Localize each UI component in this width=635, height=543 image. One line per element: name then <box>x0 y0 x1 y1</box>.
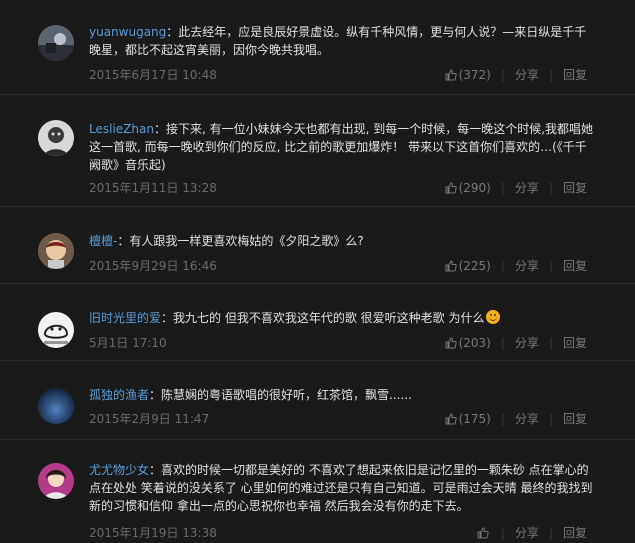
smile-emoji-icon <box>486 310 501 324</box>
comment-meta: 5月1日 17:10 (203) | 分享 | 回复 <box>89 334 587 352</box>
thumbs-up-icon <box>477 527 489 539</box>
comment-actions: | 分享 | 回复 <box>477 524 587 542</box>
like-button[interactable]: (175) <box>445 410 491 428</box>
colon-separator: ： <box>149 388 162 402</box>
share-button[interactable]: 分享 <box>515 179 539 197</box>
avatar[interactable] <box>38 312 74 348</box>
avatar[interactable] <box>38 233 74 269</box>
share-button[interactable]: 分享 <box>515 66 539 84</box>
comment-meta: 2015年9月29日 16:46 (225) | 分享 | 回复 <box>89 257 587 275</box>
reply-button[interactable]: 回复 <box>563 66 587 84</box>
comment-content: LeslieZhan：接下来, 有一位小妹妹今天也都有出现, 到每一个时候，每一… <box>89 120 595 174</box>
comment-content: yuanwugang：此去经年，应是良辰好景虚设。纵有千种风情，更与何人说？—来… <box>89 23 595 59</box>
comment-item: 孤独的渔者：陈慧娴的粤语歌唱的很好听，红茶馆，飘雪...... 2015年2月9… <box>0 361 635 440</box>
comment-time: 2015年1月19日 13:38 <box>89 526 217 540</box>
share-button[interactable]: 分享 <box>515 257 539 275</box>
comment-username[interactable]: 孤独的渔者 <box>89 388 149 402</box>
avatar[interactable] <box>38 463 74 499</box>
comment-item: 旧时光里的爱：我九七的 但我不喜欢我这年代的歌 很爱听这种老歌 为什么 5月1日… <box>0 284 635 361</box>
action-divider: | <box>500 68 505 82</box>
action-divider: | <box>548 412 553 426</box>
action-divider: | <box>500 412 505 426</box>
colon-separator: ： <box>161 311 174 325</box>
comment-item: 尤尤物少女：喜欢的时候一切都是美好的 不喜欢了想起来依旧是记忆里的一颗朱砂 点在… <box>0 440 635 543</box>
like-count: (203) <box>458 336 491 350</box>
like-button[interactable] <box>477 527 491 539</box>
colon-separator: ： <box>117 234 130 248</box>
comment-username[interactable]: 檀檀- <box>89 234 117 248</box>
comment-actions: (175) | 分享 | 回复 <box>445 410 587 428</box>
colon-separator: ： <box>153 122 166 136</box>
comment-text: 陈慧娴的粤语歌唱的很好听，红茶馆，飘雪...... <box>161 388 412 402</box>
thumbs-up-icon <box>445 413 457 425</box>
action-divider: | <box>500 259 505 273</box>
action-divider: | <box>500 181 505 195</box>
action-divider: | <box>500 526 505 540</box>
reply-button[interactable]: 回复 <box>563 257 587 275</box>
comment-meta: 2015年2月9日 11:47 (175) | 分享 | 回复 <box>89 410 587 428</box>
comment-actions: (372) | 分享 | 回复 <box>445 66 587 84</box>
like-button[interactable]: (203) <box>445 334 491 352</box>
comment-username[interactable]: LeslieZhan <box>89 122 154 136</box>
reply-button[interactable]: 回复 <box>563 334 587 352</box>
like-button[interactable]: (225) <box>445 257 491 275</box>
action-divider: | <box>548 336 553 350</box>
avatar[interactable] <box>38 120 74 156</box>
thumbs-up-icon <box>445 182 457 194</box>
comment-item: LeslieZhan：接下来, 有一位小妹妹今天也都有出现, 到每一个时候，每一… <box>0 95 635 207</box>
comment-time: 2015年6月17日 10:48 <box>89 68 217 82</box>
comment-meta: 2015年1月11日 13:28 (290) | 分享 | 回复 <box>89 179 587 197</box>
comment-actions: (290) | 分享 | 回复 <box>445 179 587 197</box>
thumbs-up-icon <box>445 69 457 81</box>
comment-time: 2015年2月9日 11:47 <box>89 412 210 426</box>
colon-separator: ： <box>149 463 162 477</box>
like-count: (225) <box>458 259 491 273</box>
comment-meta: 2015年6月17日 10:48 (372) | 分享 | 回复 <box>89 66 587 84</box>
action-divider: | <box>548 181 553 195</box>
avatar[interactable] <box>38 388 74 424</box>
reply-button[interactable]: 回复 <box>563 179 587 197</box>
comment-username[interactable]: 旧时光里的爱 <box>89 311 161 325</box>
share-button[interactable]: 分享 <box>515 410 539 428</box>
comment-meta: 2015年1月19日 13:38 | 分享 | 回复 <box>89 524 587 542</box>
like-button[interactable]: (290) <box>445 179 491 197</box>
reply-button[interactable]: 回复 <box>563 410 587 428</box>
comment-text: 喜欢的时候一切都是美好的 不喜欢了想起来依旧是记忆里的一颗朱砂 点在掌心的点在处… <box>89 463 593 513</box>
reply-button[interactable]: 回复 <box>563 524 587 542</box>
comment-text: 有人跟我一样更喜欢梅姑的《夕阳之歌》么? <box>129 234 364 248</box>
like-button[interactable]: (372) <box>445 66 491 84</box>
share-button[interactable]: 分享 <box>515 524 539 542</box>
comment-actions: (203) | 分享 | 回复 <box>445 334 587 352</box>
comment-time: 2015年1月11日 13:28 <box>89 181 217 195</box>
thumbs-up-icon <box>445 260 457 272</box>
comment-content: 檀檀-：有人跟我一样更喜欢梅姑的《夕阳之歌》么? <box>89 232 595 250</box>
action-divider: | <box>548 68 553 82</box>
share-button[interactable]: 分享 <box>515 334 539 352</box>
action-divider: | <box>548 526 553 540</box>
comment-item: 檀檀-：有人跟我一样更喜欢梅姑的《夕阳之歌》么? 2015年9月29日 16:4… <box>0 207 635 284</box>
like-count: (290) <box>458 181 491 195</box>
like-count: (175) <box>458 412 491 426</box>
like-count: (372) <box>458 68 491 82</box>
action-divider: | <box>548 259 553 273</box>
colon-separator: ： <box>166 25 179 39</box>
thumbs-up-icon <box>445 337 457 349</box>
comment-item: yuanwugang：此去经年，应是良辰好景虚设。纵有千种风情，更与何人说？—来… <box>0 0 635 95</box>
comment-actions: (225) | 分享 | 回复 <box>445 257 587 275</box>
comment-username[interactable]: 尤尤物少女 <box>89 463 149 477</box>
comment-time: 2015年9月29日 16:46 <box>89 259 217 273</box>
comment-content: 孤独的渔者：陈慧娴的粤语歌唱的很好听，红茶馆，飘雪...... <box>89 386 595 404</box>
comment-time: 5月1日 17:10 <box>89 336 167 350</box>
comment-text: 我九七的 但我不喜欢我这年代的歌 很爱听这种老歌 为什么 <box>173 311 485 325</box>
comment-content: 尤尤物少女：喜欢的时候一切都是美好的 不喜欢了想起来依旧是记忆里的一颗朱砂 点在… <box>89 461 595 515</box>
avatar[interactable] <box>38 25 74 61</box>
comment-content: 旧时光里的爱：我九七的 但我不喜欢我这年代的歌 很爱听这种老歌 为什么 <box>89 309 595 327</box>
comment-username[interactable]: yuanwugang <box>89 25 166 39</box>
action-divider: | <box>500 336 505 350</box>
comment-list: yuanwugang：此去经年，应是良辰好景虚设。纵有千种风情，更与何人说？—来… <box>0 0 635 543</box>
